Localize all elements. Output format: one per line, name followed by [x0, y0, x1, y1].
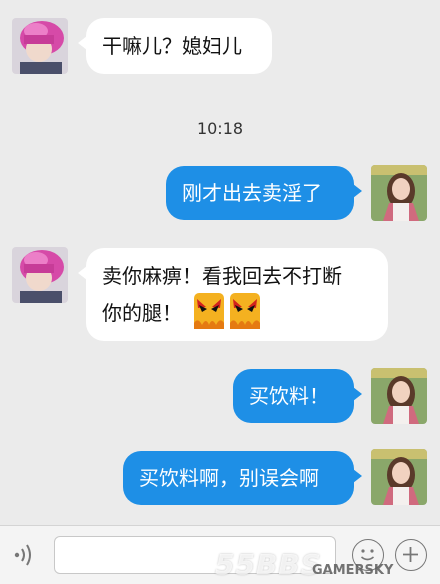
outgoing-message-bubble[interactable]: 买饮料啊，别误会啊: [123, 451, 362, 505]
self-avatar[interactable]: [371, 449, 427, 505]
contact-avatar[interactable]: [12, 247, 68, 303]
message-text: 买饮料啊，别误会啊: [139, 466, 319, 490]
message-text: 干嘛儿？媳妇儿: [102, 34, 242, 58]
message-text-line-1: 卖你麻痹！看我回去不打断: [102, 264, 342, 288]
outgoing-message-bubble[interactable]: 刚才出去卖淫了: [166, 166, 362, 220]
message-text-line-2: 你的腿！: [102, 301, 182, 325]
self-avatar-image: [371, 449, 427, 505]
contact-avatar-image: [12, 18, 68, 74]
self-avatar-image: [371, 165, 427, 221]
incoming-message-bubble[interactable]: 干嘛儿？媳妇儿: [78, 18, 272, 74]
message-text: 买饮料！: [249, 384, 329, 408]
message-timestamp: 10:18: [196, 119, 244, 138]
outgoing-message-bubble[interactable]: 买饮料！: [233, 369, 362, 423]
contact-avatar[interactable]: [12, 18, 68, 74]
angry-face-emoji-group: [194, 293, 264, 339]
self-avatar[interactable]: [371, 165, 427, 221]
incoming-message-bubble[interactable]: 卖你麻痹！看我回去不打断 你的腿！: [78, 248, 388, 341]
watermark-logo: 55BBS: [215, 548, 322, 581]
self-avatar-image: [371, 368, 427, 424]
self-avatar[interactable]: [371, 368, 427, 424]
plus-icon[interactable]: [395, 539, 427, 571]
watermark-sub-logo: GAMERSKY: [312, 563, 394, 578]
contact-avatar-image: [12, 247, 68, 303]
angry-face-emoji: [194, 293, 261, 329]
message-text: 刚才出去卖淫了: [182, 181, 322, 205]
voice-wave-icon[interactable]: [10, 540, 40, 570]
